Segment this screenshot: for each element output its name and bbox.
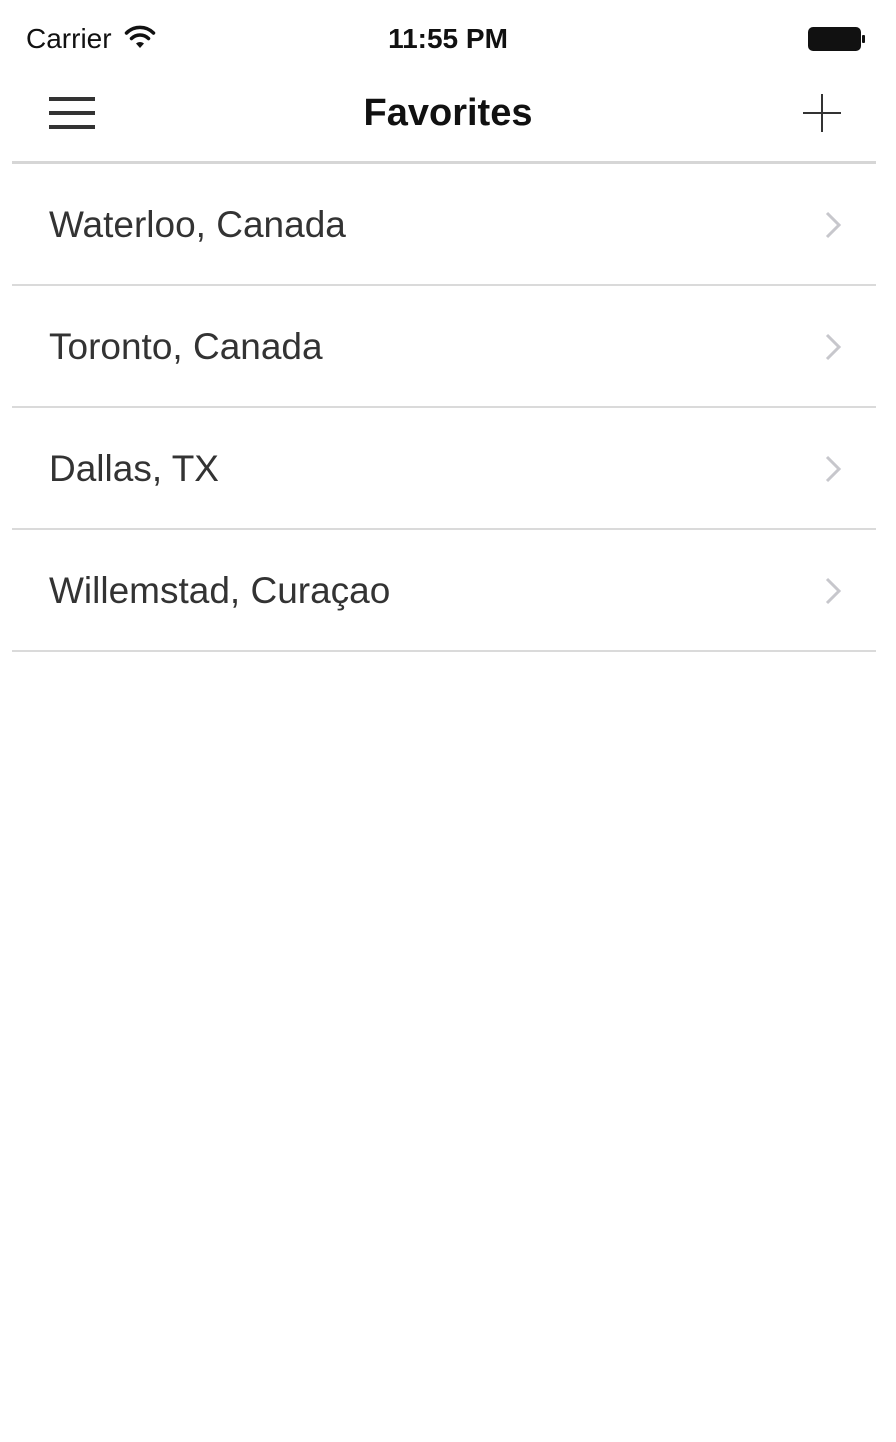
status-time: 11:55 PM [388, 23, 508, 54]
chevron-right-icon [825, 577, 842, 605]
chevron-right-icon [825, 333, 842, 361]
add-favorite-button[interactable] [794, 88, 850, 138]
favorite-label: Willemstad, Curaçao [49, 570, 391, 611]
favorite-row[interactable]: Waterloo, Canada [12, 164, 876, 286]
status-bar: Carrier 11:55 PM [0, 0, 896, 76]
favorite-label: Toronto, Canada [49, 326, 323, 367]
page-title: Favorites [363, 92, 533, 134]
plus-icon [803, 94, 841, 132]
favorite-row[interactable]: Dallas, TX [12, 408, 876, 530]
favorite-label: Waterloo, Canada [49, 204, 346, 245]
chevron-right-icon [825, 211, 842, 239]
chevron-right-icon [825, 455, 842, 483]
favorite-label: Dallas, TX [49, 448, 219, 489]
battery-full-icon [808, 27, 865, 51]
favorite-row[interactable]: Toronto, Canada [12, 286, 876, 408]
favorite-row[interactable]: Willemstad, Curaçao [12, 530, 876, 652]
favorites-list: Waterloo, Canada Toronto, Canada Dallas,… [12, 164, 876, 652]
navigation-bar: Favorites [0, 76, 896, 162]
